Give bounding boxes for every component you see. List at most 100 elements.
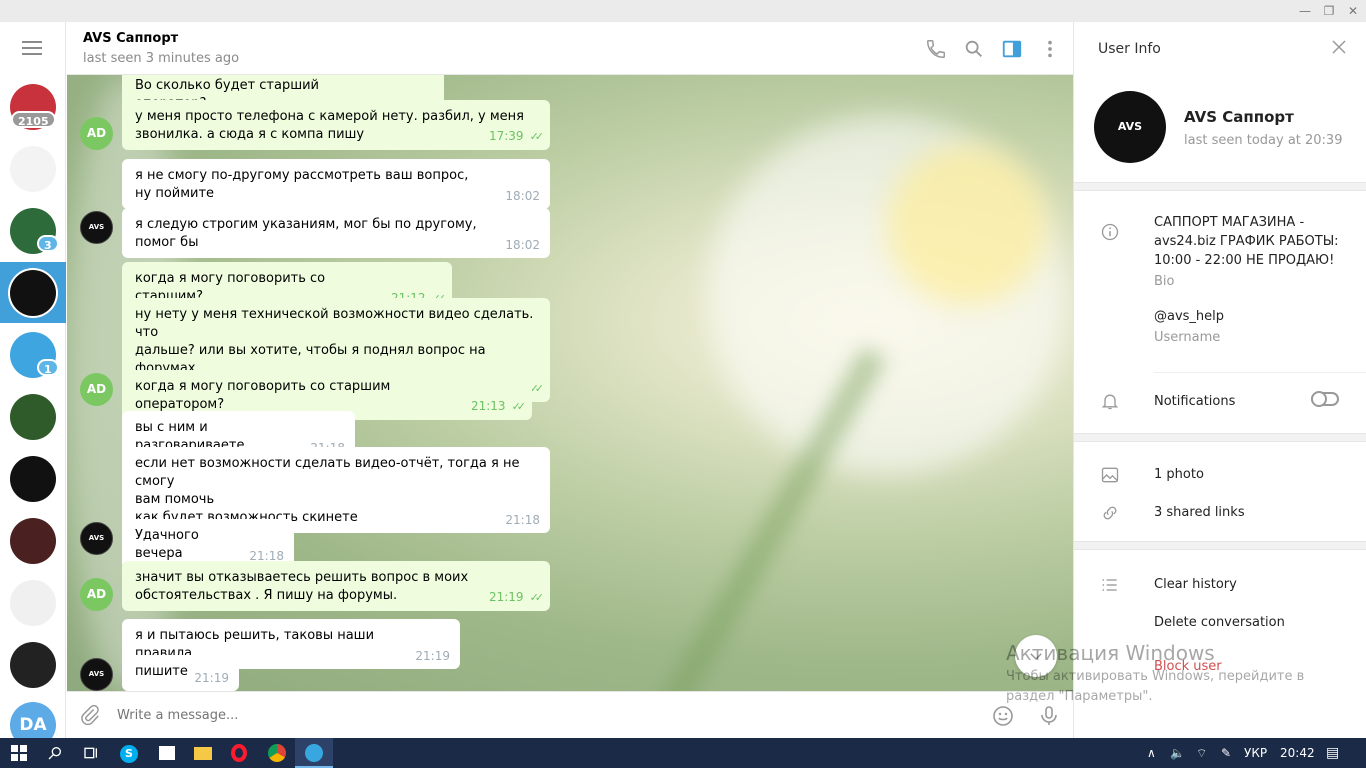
chat-list-item[interactable]	[10, 580, 56, 626]
message-text: я не смогу по-другому рассмотреть ваш во…	[135, 168, 469, 201]
message-sender-avatar[interactable]: AD	[80, 117, 113, 150]
edit-icon[interactable]: ✎	[1221, 738, 1231, 768]
chrome-icon[interactable]	[258, 738, 296, 768]
incoming-message[interactable]: пишите 21:19	[122, 655, 239, 691]
task-view-icon[interactable]	[72, 738, 110, 768]
incoming-message[interactable]: я не смогу по-другому рассмотреть ваш во…	[122, 159, 550, 209]
sidebar-toggle-icon[interactable]	[1001, 38, 1023, 60]
message-time: 18:02	[505, 236, 540, 254]
message-time: 21:19 ✓✓	[489, 588, 545, 607]
notifications-toggle[interactable]	[1311, 391, 1339, 407]
user-avatar[interactable]: AVS	[1094, 91, 1166, 163]
menu-icon[interactable]	[22, 41, 42, 55]
skype-icon[interactable]: S	[110, 738, 148, 768]
close-window-button[interactable]: ✕	[1343, 2, 1363, 20]
message-time: 21:18	[505, 511, 540, 529]
minimize-button[interactable]: —	[1295, 2, 1315, 20]
shared-links[interactable]: 3 shared links	[1154, 503, 1245, 522]
read-check-icon: ✓✓	[529, 130, 545, 143]
unread-badge: 3	[37, 235, 59, 252]
link-icon	[1103, 506, 1117, 520]
delete-conversation-button[interactable]: Delete conversation	[1154, 613, 1285, 632]
message-timestamp: 21:13	[470, 399, 506, 413]
more-options-icon[interactable]	[1039, 38, 1061, 60]
close-icon[interactable]	[1330, 38, 1350, 58]
notifications-center-icon[interactable]: ▤	[1326, 738, 1339, 768]
chat-avatar	[10, 642, 56, 688]
chat-list-item[interactable]: 3	[10, 208, 59, 254]
file-explorer-icon[interactable]	[184, 738, 222, 768]
shared-photos[interactable]: 1 photo	[1154, 465, 1204, 484]
outgoing-message[interactable]: у меня просто телефона с камерой нету. р…	[122, 100, 550, 150]
user-username[interactable]: @avs_help	[1154, 307, 1224, 326]
user-last-seen: last seen today at 20:39	[1184, 133, 1343, 148]
message-sender-avatar[interactable]: AVS	[80, 658, 113, 691]
telegram-taskbar-icon[interactable]	[295, 738, 333, 768]
chat-avatar	[10, 580, 56, 626]
phone-icon[interactable]	[925, 38, 947, 60]
wifi-icon[interactable]: ⌔	[1196, 738, 1207, 768]
microphone-icon[interactable]	[1037, 704, 1061, 728]
tray-expand-icon[interactable]: ∧	[1147, 738, 1156, 768]
photo-icon	[1101, 467, 1119, 483]
message-time: 18:02	[505, 187, 540, 205]
chat-area: AVS Саппорт last seen 3 minutes ago Во с…	[67, 22, 1073, 738]
message-timestamp: 21:19	[194, 671, 229, 685]
chat-list-item[interactable]	[10, 146, 56, 192]
user-name: AVS Саппорт	[1184, 108, 1294, 126]
unread-badge: 2105	[11, 111, 56, 128]
chat-list-item[interactable]: 2105	[10, 84, 56, 130]
taskbar-clock[interactable]: 20:42	[1280, 738, 1315, 768]
chat-avatar	[10, 394, 56, 440]
divider	[1074, 182, 1366, 191]
language-indicator[interactable]: УКР	[1244, 738, 1267, 768]
start-button[interactable]	[0, 738, 38, 768]
message-sender-avatar[interactable]: AD	[80, 578, 113, 611]
message-text: у меня просто телефона с камерой нету. р…	[135, 109, 524, 142]
chat-avatar	[10, 146, 56, 192]
message-timestamp: 18:02	[505, 189, 540, 203]
username-label: Username	[1154, 330, 1221, 345]
search-taskbar-icon[interactable]	[36, 738, 74, 768]
chat-list-item[interactable]	[10, 456, 56, 502]
chat-list-item[interactable]: 1	[10, 332, 59, 378]
windows-logo-icon	[11, 745, 27, 761]
attach-icon[interactable]	[79, 704, 101, 726]
chat-list-item[interactable]	[10, 518, 56, 564]
message-sender-avatar[interactable]: AD	[80, 373, 113, 406]
maximize-button[interactable]: ❐	[1319, 2, 1339, 20]
read-check-icon: ✓✓	[511, 400, 527, 413]
clear-history-button[interactable]: Clear history	[1154, 575, 1237, 594]
volume-icon[interactable]: 🔈	[1170, 738, 1185, 768]
read-check-icon: ✓✓	[529, 591, 545, 604]
opera-icon[interactable]	[220, 738, 258, 768]
chat-list-item[interactable]	[10, 270, 56, 316]
message-text: когда я могу поговорить со старшим опера…	[135, 379, 391, 412]
chat-list-item[interactable]	[10, 394, 56, 440]
chat-status: last seen 3 minutes ago	[83, 51, 240, 66]
message-input[interactable]	[117, 704, 917, 726]
message-list[interactable]: Во сколько будет старший оператор?17:37✓…	[67, 75, 1073, 691]
message-timestamp: 18:02	[505, 238, 540, 252]
message-text: я следую строгим указаниям, мог бы по др…	[135, 217, 477, 250]
message-text: значит вы отказываетесь решить вопрос в …	[135, 570, 469, 603]
info-icon	[1101, 223, 1119, 241]
activation-watermark-title: Активация Windows	[1006, 641, 1215, 665]
message-sender-avatar[interactable]: AVS	[80, 522, 113, 555]
user-info-title: User Info	[1098, 41, 1161, 57]
chat-avatar	[10, 270, 56, 316]
message-sender-avatar[interactable]: AVS	[80, 211, 113, 244]
store-icon[interactable]	[148, 738, 186, 768]
user-info-panel: User Info AVS AVS Саппорт last seen toda…	[1073, 22, 1366, 738]
window-titlebar: — ❐ ✕	[0, 0, 1366, 22]
search-icon[interactable]	[963, 38, 985, 60]
incoming-message[interactable]: я следую строгим указаниям, мог бы по др…	[122, 208, 550, 258]
chat-title[interactable]: AVS Саппорт	[83, 31, 178, 46]
emoji-icon[interactable]	[991, 704, 1015, 728]
background-flower-center	[887, 145, 1047, 305]
message-timestamp: 21:18	[505, 513, 540, 527]
message-text: если нет возможности сделать видео-отчёт…	[135, 456, 520, 525]
chat-list-item[interactable]	[10, 642, 56, 688]
message-time: 21:19	[415, 647, 450, 665]
outgoing-message[interactable]: значит вы отказываетесь решить вопрос в …	[122, 561, 550, 611]
